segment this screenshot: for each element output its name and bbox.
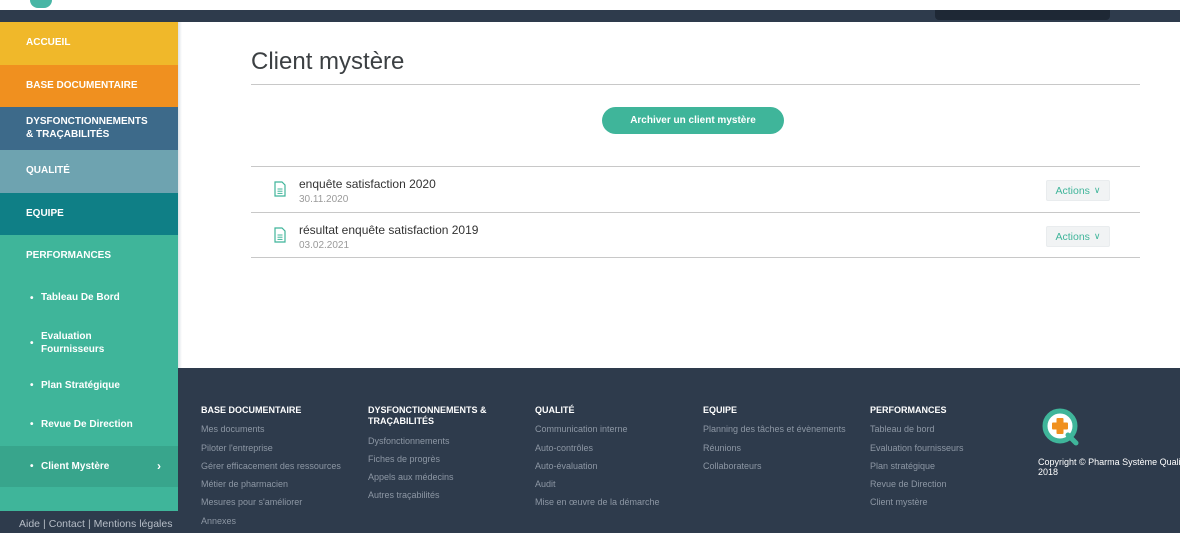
actions-label: Actions <box>1055 184 1090 197</box>
sidebar-subitem-label: Revue De Direction <box>41 418 133 430</box>
footer-link[interactable]: Planning des tâches et évènements <box>703 420 863 438</box>
footer-column-equipe: EQUIPE Planning des tâches et évènements… <box>703 405 863 475</box>
document-icon <box>274 227 286 243</box>
header-user-area[interactable] <box>935 10 1110 20</box>
footer-link[interactable]: Piloter l'entreprise <box>201 439 361 457</box>
bullet-icon: • <box>30 419 34 430</box>
sidebar-subitem-label: Client Mystère <box>41 460 110 472</box>
document-list: enquête satisfaction 2020 30.11.2020 Act… <box>251 166 1140 258</box>
page-title: Client mystère <box>251 48 405 75</box>
footer-link[interactable]: Plan stratégique <box>870 457 1030 475</box>
document-date: 30.11.2020 <box>299 194 349 205</box>
main-content: Client mystère Archiver un client mystèr… <box>182 22 1180 368</box>
footer-link[interactable]: Auto-contrôles <box>535 439 695 457</box>
site-footer: BASE DOCUMENTAIRE Mes documents Piloter … <box>178 368 1180 533</box>
sidebar-subitem-revue-de-direction[interactable]: • Revue De Direction <box>0 403 178 446</box>
footer-link[interactable]: Appels aux médecins <box>368 468 528 486</box>
footer-link[interactable]: Communication interne <box>535 420 695 438</box>
footer-link[interactable]: Mise en œuvre de la démarche <box>535 493 695 511</box>
copyright-text: Copyright © Pharma Système Qualité 2018 <box>1038 457 1180 478</box>
footer-link[interactable]: Collaborateurs <box>703 457 863 475</box>
sidebar-subitem-label: Tableau De Bord <box>41 292 120 304</box>
footer-link[interactable]: Réunions <box>703 439 863 457</box>
footer-link[interactable]: Tableau de bord <box>870 420 1030 438</box>
sidebar-item-label: PERFORMANCES <box>26 250 112 262</box>
header-logo[interactable] <box>30 0 52 8</box>
list-item[interactable]: enquête satisfaction 2020 30.11.2020 Act… <box>251 166 1140 212</box>
actions-dropdown-button[interactable]: Actions ∨ <box>1046 180 1110 201</box>
footer-heading[interactable]: BASE DOCUMENTAIRE <box>201 405 361 416</box>
sidebar: ACCUEIL BASE DOCUMENTAIRE DYSFONCTIONNEM… <box>0 22 178 533</box>
sidebar-item-label: EQUIPE <box>26 207 64 219</box>
sidebar-subitem-evaluation-fournisseurs[interactable]: • Evaluation Fournisseurs <box>0 318 178 368</box>
sidebar-submenu-performances: • Tableau De Bord • Evaluation Fournisse… <box>0 278 178 511</box>
footer-link[interactable]: Autres traçabilités <box>368 486 528 504</box>
chevron-down-icon: ∨ <box>1093 231 1101 241</box>
copyright-line: Copyright © Pharma Système Qualité <box>1038 457 1180 467</box>
footer-link[interactable]: Dysfonctionnements <box>368 432 528 450</box>
sidebar-item-qualite[interactable]: QUALITÉ <box>0 150 178 193</box>
actions-dropdown-button[interactable]: Actions ∨ <box>1046 226 1110 247</box>
bullet-icon: • <box>30 380 34 391</box>
sidebar-subitem-label: Evaluation Fournisseurs <box>41 330 105 356</box>
sidebar-subitem-tableau-de-bord[interactable]: • Tableau De Bord <box>0 278 178 318</box>
footer-link[interactable]: Mesures pour s'améliorer <box>201 493 361 511</box>
top-header <box>0 0 1180 22</box>
bullet-icon: • <box>30 337 34 349</box>
footer-link[interactable]: Mes documents <box>201 420 361 438</box>
footer-link[interactable]: Evaluation fournisseurs <box>870 439 1030 457</box>
footer-link[interactable]: Gérer efficacement des ressources <box>201 457 361 475</box>
document-title[interactable]: enquête satisfaction 2020 <box>299 177 436 191</box>
document-date: 03.02.2021 <box>299 240 350 251</box>
sidebar-item-label: DYSFONCTIONNEMENTS & TRAÇABILITÉS <box>26 116 148 140</box>
mentions-legales-link[interactable]: Mentions légales <box>94 518 173 530</box>
actions-label: Actions <box>1055 230 1090 243</box>
footer-link[interactable]: Revue de Direction <box>870 475 1030 493</box>
bullet-icon: • <box>30 461 34 472</box>
title-divider <box>251 84 1140 85</box>
list-item[interactable]: résultat enquête satisfaction 2019 03.02… <box>251 212 1140 258</box>
footer-heading[interactable]: EQUIPE <box>703 405 863 416</box>
footer-heading[interactable]: PERFORMANCES <box>870 405 1030 416</box>
footer-column-base-documentaire: BASE DOCUMENTAIRE Mes documents Piloter … <box>201 405 361 530</box>
archive-client-mystere-button[interactable]: Archiver un client mystère <box>602 107 784 134</box>
footer-heading[interactable]: DYSFONCTIONNEMENTS & TRAÇABILITÉS <box>368 405 498 428</box>
aide-link[interactable]: Aide <box>19 518 40 530</box>
footer-link[interactable]: Auto-évaluation <box>535 457 695 475</box>
sidebar-item-base-documentaire[interactable]: BASE DOCUMENTAIRE <box>0 65 178 107</box>
footer-link[interactable]: Annexes <box>201 512 361 530</box>
sidebar-subitem-plan-strategique[interactable]: • Plan Stratégique <box>0 368 178 403</box>
chevron-down-icon: ∨ <box>1093 185 1101 195</box>
link-separator: | <box>87 518 91 530</box>
sidebar-item-equipe[interactable]: EQUIPE <box>0 193 178 235</box>
contact-link[interactable]: Contact <box>49 518 85 530</box>
sidebar-item-label: QUALITÉ <box>26 165 70 177</box>
chevron-right-icon: › <box>157 459 161 473</box>
footer-link[interactable]: Client mystère <box>870 493 1030 511</box>
document-title[interactable]: résultat enquête satisfaction 2019 <box>299 223 478 237</box>
footer-link[interactable]: Métier de pharmacien <box>201 475 361 493</box>
pharma-systeme-qualite-logo <box>1042 408 1079 446</box>
footer-heading[interactable]: QUALITÉ <box>535 405 695 416</box>
sidebar-item-label: ACCUEIL <box>26 37 71 49</box>
footer-column-performances: PERFORMANCES Tableau de bord Evaluation … <box>870 405 1030 512</box>
footer-column-qualite: QUALITÉ Communication interne Auto-contr… <box>535 405 695 512</box>
footer-link[interactable]: Audit <box>535 475 695 493</box>
copyright-year: 2018 <box>1038 467 1059 478</box>
sidebar-item-accueil[interactable]: ACCUEIL <box>0 22 178 65</box>
footer-column-dysfonctionnements: DYSFONCTIONNEMENTS & TRAÇABILITÉS Dysfon… <box>368 405 528 505</box>
bullet-icon: • <box>30 292 34 304</box>
document-icon <box>274 181 286 197</box>
sidebar-subitem-client-mystere[interactable]: • Client Mystère › <box>0 446 178 487</box>
sidebar-item-dysfonctionnements[interactable]: DYSFONCTIONNEMENTS & TRAÇABILITÉS <box>0 107 178 150</box>
link-separator: | <box>43 518 46 530</box>
sidebar-item-performances[interactable]: PERFORMANCES <box>0 235 178 278</box>
footer-link[interactable]: Fiches de progrès <box>368 450 528 468</box>
sidebar-item-label: BASE DOCUMENTAIRE <box>26 79 138 91</box>
sidebar-subitem-label: Plan Stratégique <box>41 379 120 391</box>
sidebar-footer-links: Aide | Contact | Mentions légales <box>19 518 172 530</box>
